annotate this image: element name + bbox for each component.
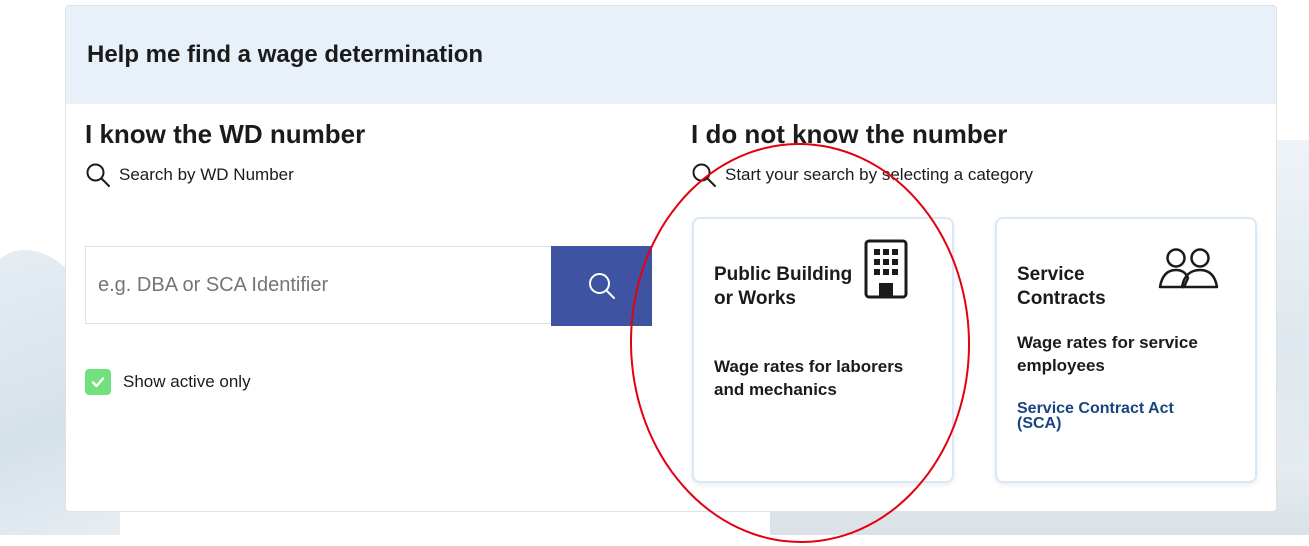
service-contracts-tile[interactable]: Service Contracts Wage rates for service…: [995, 217, 1257, 483]
show-active-option[interactable]: Show active only: [85, 369, 251, 395]
card-title: Help me find a wage determination: [87, 41, 484, 68]
known-number-section: I know the WD number Search by WD Number: [85, 119, 365, 188]
building-icon: [864, 239, 908, 304]
show-active-checkbox[interactable]: [85, 369, 111, 395]
service-contracts-description: Wage rates for service employees: [1017, 333, 1198, 375]
public-building-title: Public Building or Works: [714, 264, 853, 309]
service-contract-act-link[interactable]: Service Contract Act (SCA): [1017, 401, 1217, 432]
search-icon: [86, 163, 110, 187]
wd-search-form: [85, 246, 652, 326]
show-active-label: Show active only: [123, 372, 251, 391]
public-building-description: Wage rates for laborers and mechanics: [714, 357, 904, 399]
people-icon: [1157, 247, 1219, 296]
checkmark-icon: [91, 377, 105, 388]
search-button[interactable]: [551, 246, 652, 326]
search-icon: [588, 273, 615, 299]
wage-determination-card: Help me find a wage determination I know…: [65, 5, 1277, 512]
card-header: Help me find a wage determination: [66, 6, 1276, 104]
known-subtext-label: Search by WD Number: [119, 165, 294, 184]
known-heading: I know the WD number: [85, 119, 366, 149]
search-icon: [692, 163, 716, 187]
known-subtext: Search by WD Number: [85, 162, 365, 188]
wd-search-input[interactable]: [85, 246, 551, 324]
unknown-heading: I do not know the number: [691, 119, 1008, 149]
unknown-subtext: Start your search by selecting a categor…: [691, 162, 1033, 188]
public-building-tile[interactable]: Public Building or Works Wage rates for …: [692, 217, 954, 483]
unknown-number-section: I do not know the number Start your sear…: [691, 119, 1033, 188]
service-contracts-title: Service Contracts: [1017, 264, 1106, 309]
unknown-subtext-label: Start your search by selecting a categor…: [725, 165, 1034, 184]
